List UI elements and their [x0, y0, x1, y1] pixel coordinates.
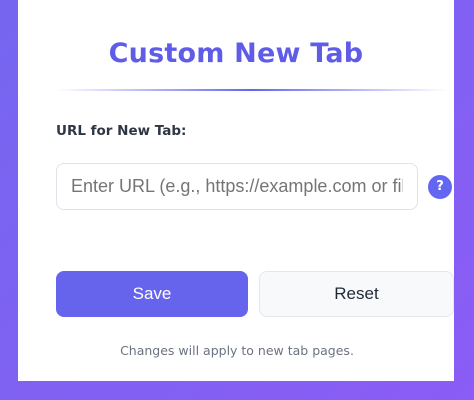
- save-button[interactable]: Save: [56, 271, 248, 317]
- settings-card: Custom New Tab URL for New Tab: ? Save R…: [18, 0, 454, 381]
- question-mark-icon[interactable]: ?: [428, 175, 452, 199]
- url-input[interactable]: [56, 163, 418, 210]
- footer-note: Changes will apply to new tab pages.: [120, 343, 354, 358]
- title-divider: [56, 89, 448, 91]
- page-title: Custom New Tab: [108, 38, 364, 69]
- url-field-label: URL for New Tab:: [56, 123, 187, 139]
- reset-button[interactable]: Reset: [259, 271, 454, 317]
